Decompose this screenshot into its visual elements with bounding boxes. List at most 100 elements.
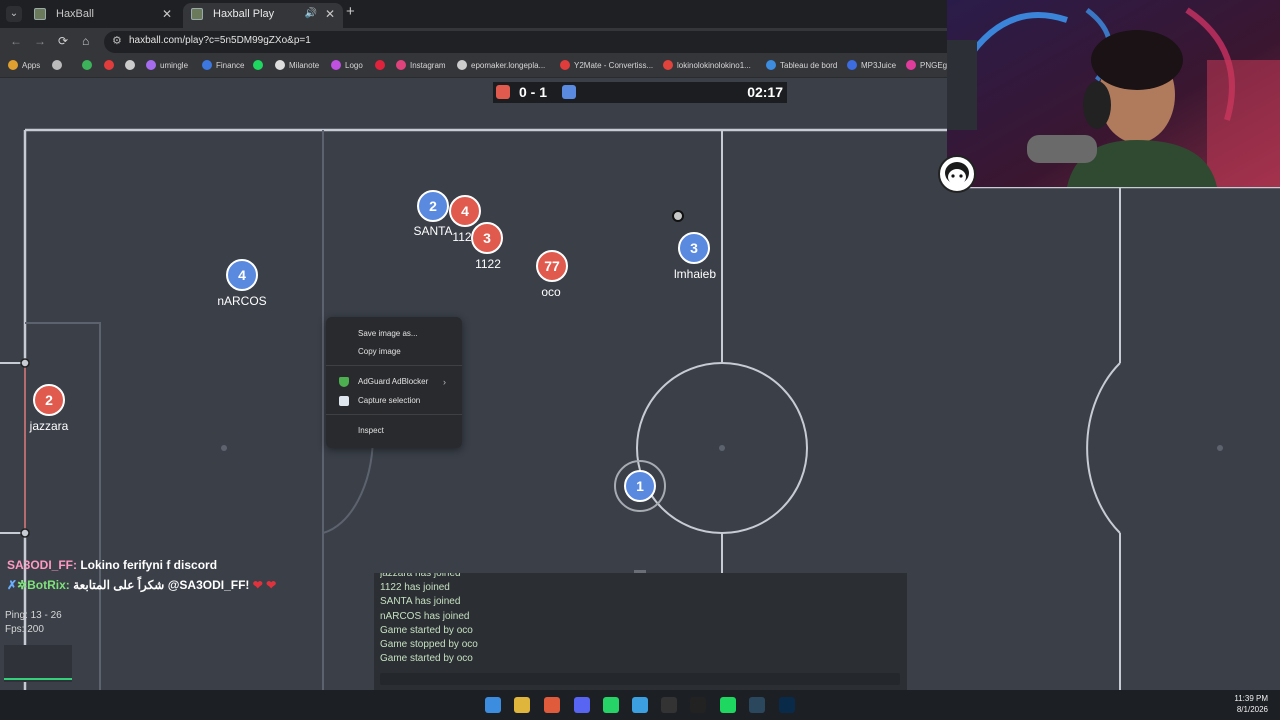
back-button[interactable]: ← [10, 34, 22, 48]
whatsapp-icon[interactable] [603, 697, 619, 713]
bookmark-item[interactable]: Finance [202, 60, 244, 70]
penalty-spot-right [1217, 445, 1223, 451]
chrome-icon[interactable] [544, 697, 560, 713]
bookmarks-bar: Apps umingle Finance Milanote Logo Instagram e… [0, 56, 952, 78]
haxball-favicon-icon [34, 8, 46, 20]
bookmark-item[interactable]: lokinolokinolokino1... [663, 60, 751, 70]
discord-icon[interactable] [574, 697, 590, 713]
bookmark-item[interactable]: Apps [8, 60, 40, 70]
url-field[interactable]: ⚙ haxball.com/play?c=5n5DM99gZXo&p=1 [104, 31, 948, 53]
bookmark-item[interactable]: Milanote [275, 60, 319, 70]
bookmark-favicon-icon [8, 60, 18, 70]
player-name: 1122 [475, 257, 501, 271]
bookmark-item[interactable]: Y2Mate - Convertiss... [560, 60, 653, 70]
notepad-icon[interactable] [632, 697, 648, 713]
bookmark-favicon-icon [396, 60, 406, 70]
bookmark-label: umingle [160, 61, 189, 70]
match-timer: 02:17 [747, 84, 783, 100]
site-info-icon[interactable]: ⚙ [112, 34, 122, 47]
url-text: haxball.com/play?c=5n5DM99gZXo&p=1 [129, 35, 311, 46]
bookmark-favicon-icon [52, 60, 62, 70]
ping-graph [4, 645, 72, 682]
save-image-as-item[interactable]: Save image as... [326, 325, 462, 343]
adguard-adblocker-item[interactable]: AdGuard AdBlocker › [326, 373, 462, 391]
chat-line: jazzara has joined [380, 573, 461, 579]
chat-text: شكراً على المتابعة @SA3ODI_FF! [69, 578, 253, 592]
windows-start-icon[interactable] [485, 697, 501, 713]
bookmark-label: epomaker.longepla... [471, 61, 546, 70]
address-bar-row: ← → ⟳ ⌂ ⚙ haxball.com/play?c=5n5DM99gZXo… [0, 28, 948, 56]
inspect-item[interactable]: Inspect [326, 422, 462, 440]
bookmark-label: Finance [216, 61, 245, 70]
avatar [938, 155, 976, 193]
home-button[interactable]: ⌂ [82, 34, 89, 48]
clock-date: 8/1/2026 [1236, 705, 1268, 714]
forward-button[interactable]: → [34, 34, 46, 48]
bookmark-favicon-icon [82, 60, 92, 70]
spotify-icon[interactable] [720, 697, 736, 713]
sword-badge-icon: ✗ [7, 578, 18, 592]
chat-line: 1122 has joined [380, 582, 450, 594]
player-disc: 77 [536, 250, 568, 282]
chat-input[interactable] [380, 673, 900, 685]
file-explorer-icon[interactable] [514, 697, 530, 713]
bookmark-item[interactable] [82, 60, 96, 70]
bookmark-item[interactable]: umingle [146, 60, 188, 70]
bookmark-item[interactable]: Instagram [396, 60, 446, 70]
bookmark-item[interactable] [375, 60, 389, 70]
obs-icon[interactable] [661, 697, 677, 713]
ping-readout: Ping: 13 - 26 [5, 610, 62, 621]
system-clock[interactable]: 11:39 PM 8/1/2026 [1234, 693, 1268, 715]
bookmark-favicon-icon [331, 60, 341, 70]
new-tab-button[interactable]: + [346, 3, 355, 20]
capcut-icon[interactable] [690, 697, 706, 713]
bookmark-favicon-icon [906, 60, 916, 70]
bookmark-item[interactable]: MP3Juice [847, 60, 896, 70]
bookmark-item[interactable]: Tableau de bord [766, 60, 837, 70]
tab-search-button[interactable]: ⌄ [6, 6, 22, 22]
webcam-overlay [947, 0, 1280, 187]
player-disc: 4 [449, 195, 481, 227]
left-arc [322, 437, 374, 534]
bot-badge-icon: ✲ [17, 578, 28, 592]
ball [672, 210, 684, 222]
tab-haxball[interactable]: HaxBall ✕ [26, 3, 180, 28]
menu-separator [326, 414, 462, 415]
bookmark-label: lokinolokinolokino1... [677, 61, 751, 70]
capture-selection-item[interactable]: Capture selection [326, 392, 462, 410]
speaker-icon[interactable]: 🔊 [305, 3, 317, 25]
bookmark-item[interactable] [104, 60, 118, 70]
bookmark-item[interactable] [253, 60, 267, 70]
bookmark-item[interactable] [52, 60, 66, 70]
menu-item-label: Capture selection [358, 396, 421, 405]
close-tab-icon[interactable]: ✕ [162, 3, 172, 25]
bookmark-label: Milanote [289, 61, 320, 70]
bookmark-favicon-icon [104, 60, 114, 70]
goal-post [20, 528, 30, 538]
tab-label: HaxBall [56, 8, 94, 20]
haxball-favicon-icon [191, 8, 203, 20]
bookmark-item[interactable]: PNGEgg [906, 60, 952, 70]
player-disc: 3 [471, 222, 503, 254]
goal-post [20, 358, 30, 368]
chat-text: Lokino ferifyni f discord [77, 558, 218, 572]
close-tab-icon[interactable]: ✕ [325, 3, 335, 25]
bookmark-favicon-icon [375, 60, 385, 70]
player-name: SANTA [413, 224, 453, 238]
bookmark-item[interactable] [125, 60, 139, 70]
context-menu: Save image as... Copy image AdGuard AdBl… [326, 317, 462, 448]
chat-line: nARCOS has joined [380, 610, 470, 622]
tab-haxball-play[interactable]: Haxball Play 🔊 ✕ [183, 3, 343, 28]
center-spot [719, 445, 725, 451]
player-name: lmhaieb [673, 267, 717, 281]
bookmark-item[interactable]: epomaker.longepla... [457, 60, 545, 70]
blue-team-square [562, 85, 576, 99]
reload-button[interactable]: ⟳ [58, 34, 68, 48]
bookmark-item[interactable]: Logo [331, 60, 363, 70]
photoshop-icon[interactable] [779, 697, 795, 713]
copy-image-item[interactable]: Copy image [326, 343, 462, 361]
fps-readout: Fps: 200 [5, 624, 44, 635]
player-name: jazzara [29, 419, 69, 433]
heart-icons: ❤ ❤ [252, 578, 277, 592]
steam-icon[interactable] [749, 697, 765, 713]
